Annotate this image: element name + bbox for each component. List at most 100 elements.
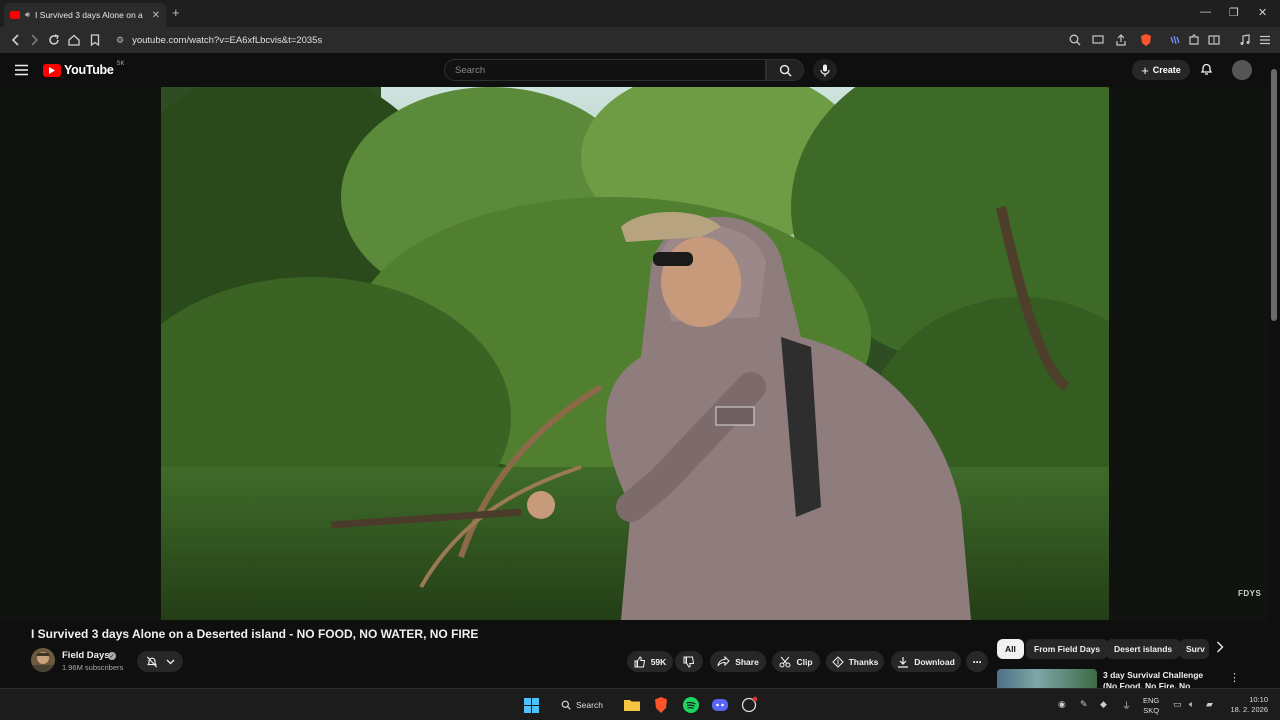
discord-icon[interactable] xyxy=(711,696,729,714)
reload-icon[interactable] xyxy=(47,33,61,47)
back-icon[interactable] xyxy=(9,33,23,47)
search-icon xyxy=(779,64,792,77)
bookmark-icon[interactable] xyxy=(88,33,102,47)
language-code: ENG xyxy=(1143,696,1160,705)
thumbs-up-icon xyxy=(634,655,646,668)
chevron-down-icon xyxy=(166,659,175,665)
share-button[interactable]: Share xyxy=(710,651,766,672)
window-close-icon[interactable]: ✕ xyxy=(1258,6,1267,19)
create-button[interactable]: + Create xyxy=(1132,60,1190,80)
brave-shields-icon[interactable] xyxy=(1139,33,1153,47)
channel-name[interactable]: Field Days xyxy=(62,650,110,661)
page-scrollbar[interactable] xyxy=(1268,53,1280,693)
tab-close-icon[interactable]: ✕ xyxy=(152,10,160,21)
verified-check-icon: ✓ xyxy=(108,652,116,660)
network-icon[interactable]: ▭ xyxy=(1173,699,1184,710)
voice-search-button[interactable] xyxy=(813,59,837,81)
chevron-right-icon[interactable] xyxy=(1216,641,1224,653)
download-button[interactable]: Download xyxy=(891,651,961,672)
file-explorer-icon[interactable] xyxy=(623,696,641,714)
youtube-play-icon xyxy=(43,63,61,77)
taskbar-search-icon xyxy=(561,700,571,710)
chip-desert-islands[interactable]: Desert islands xyxy=(1106,639,1181,659)
tray-microphone-icon[interactable]: ⏚ xyxy=(1122,699,1133,711)
browser-toolbar: ⚙︎ youtube.com/watch?v=EA6xfLbcvis&t=203… xyxy=(0,27,1280,53)
brave-browser-icon[interactable] xyxy=(652,696,670,714)
hamburger-menu-icon[interactable] xyxy=(15,64,28,76)
wallet-icon[interactable] xyxy=(1207,33,1221,47)
more-actions-button[interactable]: ··· xyxy=(966,651,988,672)
search-placeholder: Search xyxy=(455,64,486,76)
tray-record-icon[interactable]: ◉ xyxy=(1058,699,1069,710)
channel-avatar[interactable] xyxy=(31,648,55,672)
notifications-bell-icon[interactable] xyxy=(1200,62,1213,76)
like-count: 59K xyxy=(650,656,667,667)
leo-ai-icon[interactable] xyxy=(1168,33,1182,47)
scissors-icon xyxy=(779,656,791,668)
download-icon xyxy=(897,656,909,668)
input-language[interactable]: ENG SKQ xyxy=(1143,696,1159,716)
new-tab-icon[interactable]: + xyxy=(172,5,186,21)
tab-title: I Survived 3 days Alone on a xyxy=(35,10,143,20)
tray-pen-icon[interactable]: ✎ xyxy=(1080,699,1091,710)
audio-playing-icon[interactable]: 🔊︎ xyxy=(25,10,30,20)
browser-menu-icon[interactable] xyxy=(1258,33,1272,47)
microphone-icon xyxy=(820,64,830,77)
dislike-button[interactable] xyxy=(675,651,703,672)
youtube-favicon-icon xyxy=(10,11,20,19)
minimize-icon[interactable]: — xyxy=(1200,6,1211,18)
search-button[interactable] xyxy=(766,59,804,81)
browser-tab[interactable]: 🔊︎ I Survived 3 days Alone on a ✕ xyxy=(4,3,166,27)
more-horizontal-icon: ··· xyxy=(972,654,983,669)
chip-all[interactable]: All xyxy=(997,639,1024,659)
more-vertical-icon[interactable]: ⋮ xyxy=(1229,671,1240,684)
cast-icon[interactable] xyxy=(1091,33,1105,47)
subscribed-notifications-button[interactable] xyxy=(137,651,183,672)
clock-date: 18. 2. 2026 xyxy=(1230,705,1268,714)
spotify-icon[interactable] xyxy=(682,696,700,714)
thanks-button[interactable]: Thanks xyxy=(826,651,884,672)
clip-label: Clip xyxy=(796,656,813,667)
taskbar-search-label: Search xyxy=(576,700,603,710)
volume-icon[interactable]: 🔈︎ xyxy=(1189,699,1200,710)
tray-app-icon[interactable]: ◆ xyxy=(1100,699,1111,710)
account-avatar[interactable] xyxy=(1232,60,1252,80)
share-arrow-icon xyxy=(717,656,730,667)
plus-icon: + xyxy=(1141,62,1149,78)
chip-survival[interactable]: Surv xyxy=(1179,639,1209,659)
scrollbar-thumb[interactable] xyxy=(1271,69,1277,321)
windows-start-icon[interactable] xyxy=(524,698,539,713)
chatgpt-icon[interactable] xyxy=(740,696,758,714)
youtube-logo[interactable]: YouTube SK xyxy=(43,61,125,77)
like-button[interactable]: 59K xyxy=(627,651,673,672)
keyboard-layout: SKQ xyxy=(1143,706,1160,715)
share-page-icon[interactable] xyxy=(1114,33,1128,47)
system-clock[interactable]: 10:10 18. 2. 2026 xyxy=(1228,695,1268,715)
thanks-label: Thanks xyxy=(848,656,879,667)
channel-watermark: FDYS xyxy=(1238,589,1262,598)
url-text: youtube.com/watch?v=EA6xfLbcvis&t=2035s xyxy=(132,34,323,46)
video-title: I Survived 3 days Alone on a Deserted is… xyxy=(31,627,479,641)
thanks-dollar-icon xyxy=(831,655,844,668)
thumbs-down-icon xyxy=(683,656,695,668)
taskbar-search[interactable]: Search xyxy=(553,694,611,716)
site-settings-icon[interactable]: ⚙︎ xyxy=(116,35,124,46)
taskbar: Search ◉ ✎ ◆ ⏚ ENG SKQ ▭ 🔈︎ ▰ 10:10 18. … xyxy=(0,688,1280,720)
battery-icon[interactable]: ▰ xyxy=(1206,699,1217,710)
share-label: Share xyxy=(735,656,759,667)
zoom-icon[interactable] xyxy=(1068,33,1082,47)
chip-from-field-days[interactable]: From Field Days xyxy=(1026,639,1109,659)
extensions-icon[interactable] xyxy=(1187,33,1201,47)
clip-button[interactable]: Clip xyxy=(772,651,820,672)
clock-time: 10:10 xyxy=(1249,695,1268,704)
video-frame-jungle xyxy=(161,87,1109,620)
restore-icon[interactable]: ❐ xyxy=(1229,6,1239,19)
address-bar[interactable]: ⚙︎ youtube.com/watch?v=EA6xfLbcvis&t=203… xyxy=(108,30,1068,50)
search-input[interactable]: Search xyxy=(444,59,766,81)
bell-off-icon xyxy=(146,655,158,668)
forward-icon[interactable] xyxy=(27,33,41,47)
youtube-wordmark: YouTube xyxy=(64,63,114,77)
home-icon[interactable] xyxy=(67,33,81,47)
media-controls-icon[interactable] xyxy=(1238,33,1252,47)
video-player[interactable] xyxy=(161,87,1109,620)
